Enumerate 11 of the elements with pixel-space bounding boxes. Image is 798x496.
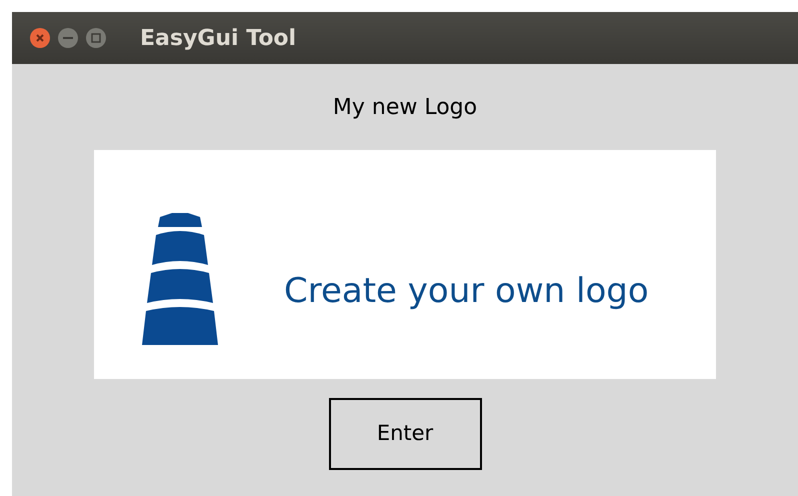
maximize-icon: [91, 33, 101, 43]
close-button[interactable]: [30, 28, 50, 48]
maximize-button[interactable]: [86, 28, 106, 48]
enter-button[interactable]: Enter: [328, 398, 482, 470]
window-title: EasyGui Tool: [140, 24, 296, 52]
tower-icon: [142, 213, 218, 345]
logo-text: Create your own logo: [284, 270, 649, 313]
minimize-icon: [63, 36, 73, 40]
close-icon: [35, 33, 45, 43]
heading: My new Logo: [332, 94, 478, 122]
minimize-button[interactable]: [58, 28, 78, 48]
